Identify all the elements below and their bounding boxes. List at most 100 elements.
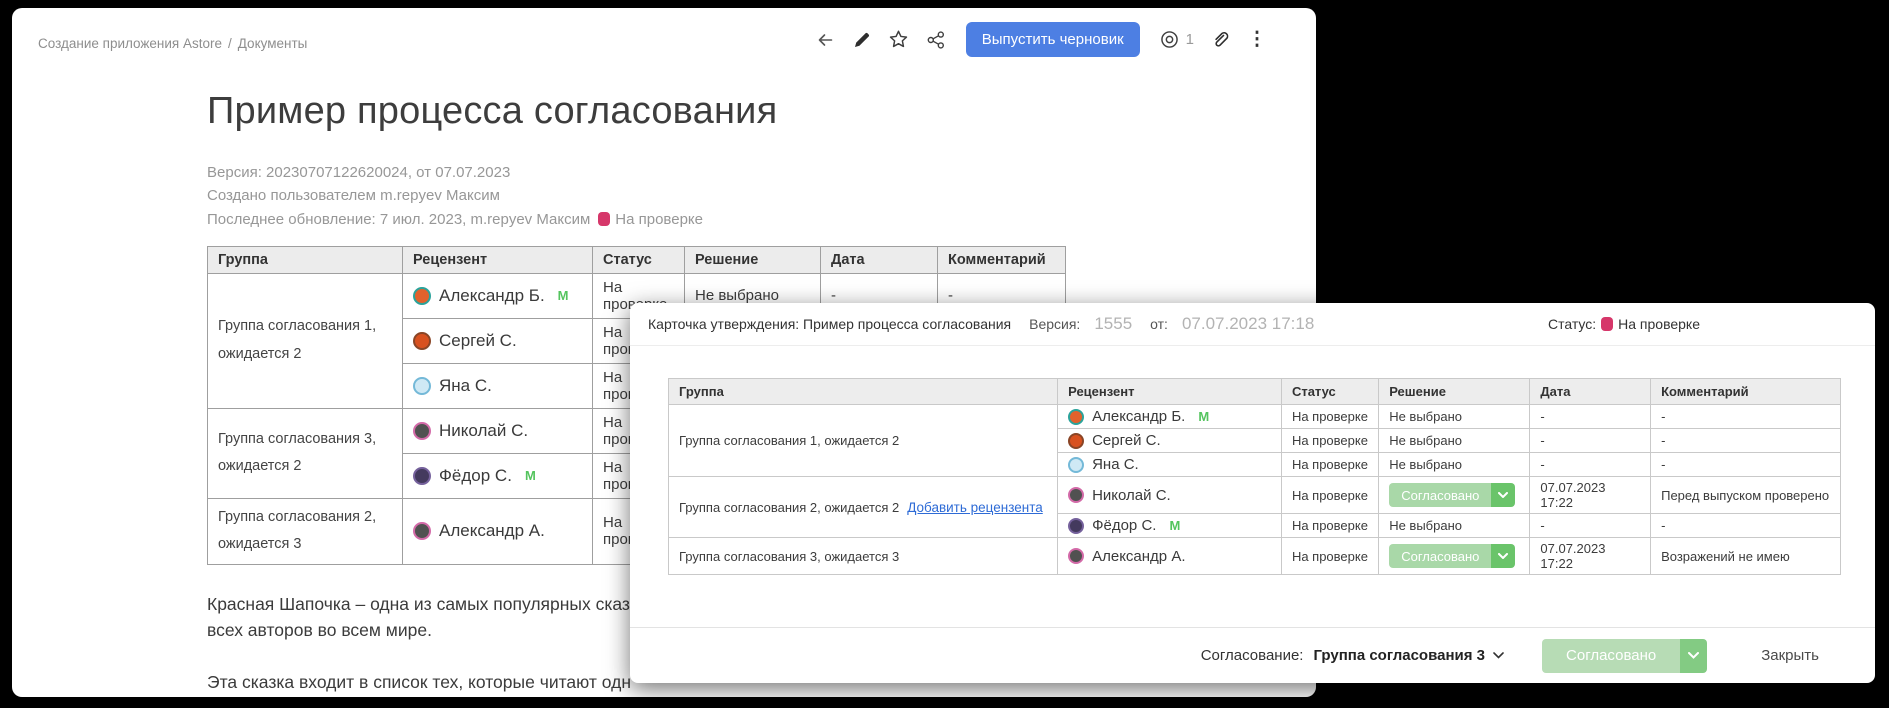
favorite-star-icon[interactable] <box>888 29 910 51</box>
decision-approved-label[interactable]: Согласовано <box>1389 483 1492 507</box>
share-icon[interactable] <box>925 29 947 51</box>
approval-card-modal: Карточка утверждения: Пример процесса со… <box>630 303 1875 683</box>
mandatory-badge: М <box>557 288 569 304</box>
mandatory-badge: М <box>1169 518 1181 533</box>
paragraph-line: Эта сказка входит в список тех, которые … <box>207 672 631 693</box>
col-status: Статус <box>592 245 685 274</box>
document-toolbar: Выпустить черновик 1 ⋮ <box>814 22 1268 57</box>
date-cell: 07.07.2023 17:22 <box>1529 537 1652 575</box>
created-line: Создано пользователем m.repyev Максим <box>207 187 500 205</box>
comment-cell: Возражений не имею <box>1650 537 1841 575</box>
chevron-down-icon <box>1493 652 1504 659</box>
close-button[interactable]: Закрыть <box>1755 646 1825 665</box>
breadcrumb-app[interactable]: Создание приложения Astore <box>38 36 222 51</box>
avatar <box>1068 487 1085 503</box>
reviewer-name: Александр А. <box>439 521 545 541</box>
col-decision: Решение <box>1378 378 1531 405</box>
col-reviewer: Рецензент <box>1057 378 1282 405</box>
col-group: Группа <box>667 378 1059 405</box>
comment-cell: - <box>1650 404 1841 429</box>
breadcrumb-documents[interactable]: Документы <box>238 36 308 51</box>
modal-header: Карточка утверждения: Пример процесса со… <box>630 303 1875 346</box>
reviewer-name: Сергей С. <box>1092 432 1161 449</box>
back-arrow-icon[interactable] <box>814 29 836 51</box>
version-label: Версия: <box>1029 316 1081 332</box>
paragraph: Эта сказка входит в список тех, которые … <box>207 669 631 697</box>
avatar <box>1068 408 1085 425</box>
page-title: Пример процесса согласования <box>207 90 778 132</box>
col-status: Статус <box>1280 378 1380 405</box>
approve-split-button[interactable]: Согласовано <box>1542 638 1708 673</box>
status-cell: На проверке <box>1280 513 1380 538</box>
date-label: от: <box>1150 316 1168 332</box>
status-dot-icon <box>598 211 611 226</box>
decision-cell: Не выбрано <box>1378 428 1531 453</box>
group-cell: Группа согласования 1, ожидается 2 <box>667 404 1059 477</box>
decision-approved-split-button[interactable]: Согласовано <box>1389 483 1516 507</box>
avatar <box>1068 517 1085 534</box>
group-cell: Группа согласования 2, ожидается 2 Добави… <box>667 476 1059 538</box>
table-header-row: Группа Рецензент Статус Решение Дата Ком… <box>667 378 1841 405</box>
document-meta: Версия: 20230707122620024, от 07.07.2023… <box>207 161 1087 231</box>
more-options-kebab-icon[interactable]: ⋮ <box>1246 29 1268 51</box>
updated-text: Последнее обновление: 7 июл. 2023, m.rep… <box>207 210 591 228</box>
avatar <box>1068 548 1085 564</box>
decision-approved-label[interactable]: Согласовано <box>1389 544 1492 568</box>
reviewer-name: Александр А. <box>1092 547 1186 565</box>
avatar <box>413 331 431 350</box>
status-value: На проверке <box>1618 316 1700 332</box>
edit-pencil-icon[interactable] <box>851 29 873 51</box>
approval-group-value[interactable]: Группа согласования 3 <box>1313 647 1485 664</box>
decision-approved-split-button[interactable]: Согласовано <box>1389 544 1516 568</box>
table-row: Группа согласования 1, ожидается 2 Алекс… <box>667 404 1841 477</box>
approve-button-label[interactable]: Согласовано <box>1542 638 1681 673</box>
breadcrumb-separator: / <box>228 36 232 51</box>
decision-cell: Согласовано <box>1378 537 1531 575</box>
publish-draft-button[interactable]: Выпустить черновик <box>965 22 1140 57</box>
comment-cell: - <box>1650 513 1841 538</box>
avatar <box>413 466 431 485</box>
date-cell: 07.07.2023 17:22 <box>1529 476 1652 514</box>
approval-group-select[interactable]: Группа согласования 3 <box>1313 647 1504 664</box>
avatar <box>1068 456 1085 473</box>
reviewer-name: Яна С. <box>439 375 492 395</box>
add-reviewer-link[interactable]: Добавить рецензента <box>907 500 1043 515</box>
approval-card-table: Группа Рецензент Статус Решение Дата Ком… <box>667 378 1841 575</box>
decision-cell: Не выбрано <box>1378 452 1531 477</box>
status-badge: На проверке <box>615 210 703 228</box>
comment-cell: - <box>1650 452 1841 477</box>
paragraph-line: всех авторов во всем мире. <box>207 620 432 641</box>
attachment-paperclip-icon[interactable] <box>1209 29 1231 51</box>
breadcrumb: Создание приложения Astore / Документы <box>38 36 307 51</box>
avatar <box>413 522 431 541</box>
date-cell: - <box>1529 513 1652 538</box>
modal-body: Группа Рецензент Статус Решение Дата Ком… <box>630 346 1875 575</box>
modal-footer: Согласование: Группа согласования 3 Согл… <box>630 627 1875 683</box>
paragraph-line: Красная Шапочка – одна из самых популярн… <box>207 593 631 614</box>
col-reviewer: Рецензент <box>402 245 593 274</box>
status-cell: На проверке <box>1280 476 1380 514</box>
status-cell: На проверке <box>1280 452 1380 477</box>
watchers-eye-icon[interactable] <box>1159 29 1181 51</box>
group-label: Группа согласования 2, ожидается 2 <box>679 499 900 515</box>
table-row: Группа согласования 2, ожидается 2 Добави… <box>667 476 1841 538</box>
modal-title: Карточка утверждения: Пример процесса со… <box>648 316 1012 332</box>
decision-cell: Согласовано <box>1378 476 1531 514</box>
mandatory-badge: М <box>1198 409 1210 424</box>
comment-cell: Перед выпуском проверено <box>1650 476 1841 514</box>
modal-status: Статус: На проверке <box>1548 316 1700 332</box>
chevron-down-icon[interactable] <box>1491 544 1516 568</box>
chevron-down-icon[interactable] <box>1680 638 1708 673</box>
table-header-row: Группа Рецензент Статус Решение Дата Ком… <box>207 245 1066 274</box>
reviewer-name: Сергей С. <box>439 330 517 350</box>
chevron-down-icon[interactable] <box>1491 483 1516 507</box>
reviewer-name: Яна С. <box>1092 456 1139 473</box>
reviewer-name: Александр Б. <box>1092 408 1186 425</box>
col-date: Дата <box>1529 378 1652 405</box>
paragraph-line: незамысловатая история девочки в красной… <box>207 696 631 697</box>
date-value: 07.07.2023 17:18 <box>1181 314 1315 333</box>
group-cell: Группа согласования 3, ожидается 2 <box>207 407 403 499</box>
version-line: Версия: 20230707122620024, от 07.07.2023 <box>207 164 511 181</box>
date-cell: - <box>1529 404 1652 429</box>
paragraph: Красная Шапочка – одна из самых популярн… <box>207 591 631 644</box>
